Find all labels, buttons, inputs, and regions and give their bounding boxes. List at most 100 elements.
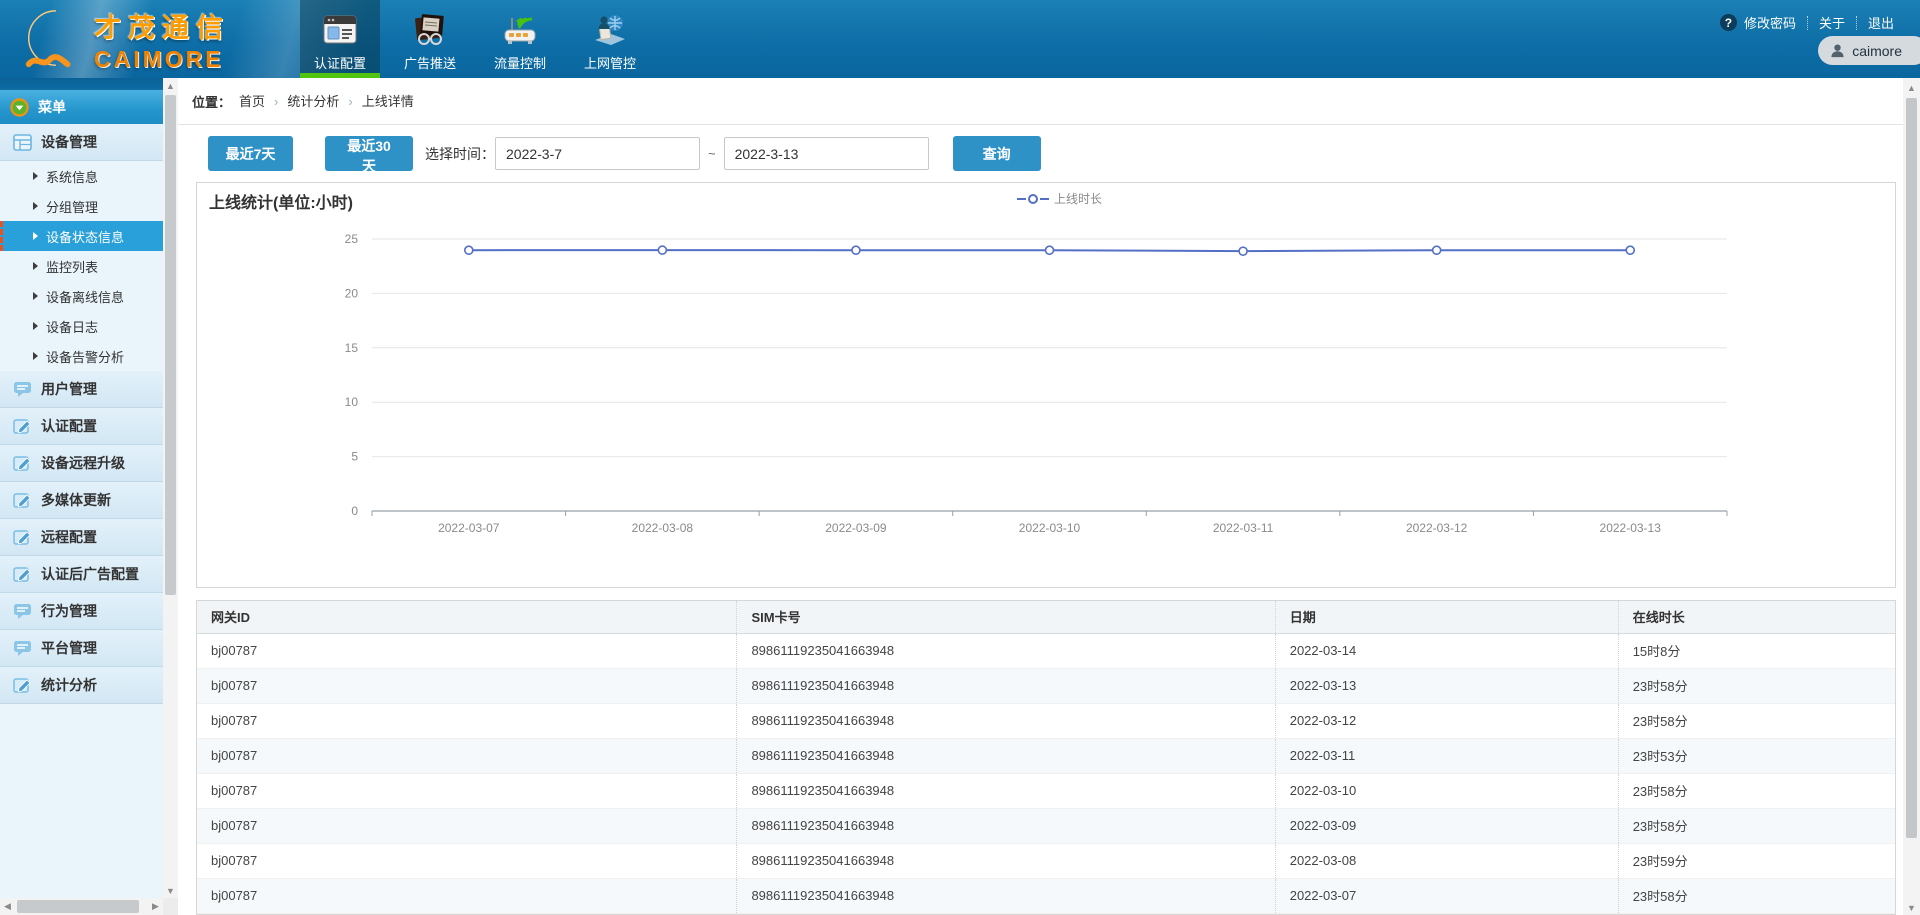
app-header: 才茂通信 CAIMORE 认证配置广告推送流量控制上网管控 ? 修改密码 关于 … [0, 0, 1920, 78]
edit-icon [13, 677, 32, 694]
table-row[interactable]: bj00787898611192350416639482022-03-1323时… [197, 668, 1895, 703]
ad-push-icon [411, 7, 449, 53]
svg-text:2022-03-11: 2022-03-11 [1213, 521, 1274, 535]
svg-text:0: 0 [351, 504, 358, 518]
sidebar-item-behavior-mgmt[interactable]: 行为管理 [0, 593, 163, 630]
edit-icon [13, 566, 32, 583]
sidebar-subitem[interactable]: 监控列表 [0, 251, 163, 281]
breadcrumb-separator: › [348, 94, 352, 109]
sidebar-item-label: 多媒体更新 [41, 490, 111, 510]
sidebar-subitem-label: 设备离线信息 [46, 287, 124, 306]
svg-text:2022-03-07: 2022-03-07 [438, 521, 500, 535]
cell-date: 2022-03-10 [1275, 773, 1618, 808]
table-row[interactable]: bj00787898611192350416639482022-03-0823时… [197, 843, 1895, 878]
cell-gateway-id: bj00787 [197, 633, 737, 668]
scrollbar-thumb[interactable] [1906, 98, 1917, 838]
breadcrumb-item[interactable]: 统计分析 [287, 94, 339, 109]
data-table: 网关IDSIM卡号日期在线时长 bj0078789861119235041663… [197, 601, 1895, 914]
edit-icon [13, 455, 32, 472]
breadcrumb-item[interactable]: 首页 [239, 94, 265, 109]
breadcrumb-item: 上线详情 [362, 94, 414, 109]
sidebar-subitem-label: 分组管理 [46, 197, 98, 216]
sidebar-subitem-label: 监控列表 [46, 257, 98, 276]
cell-date: 2022-03-13 [1275, 668, 1618, 703]
cell-online-duration: 15时8分 [1618, 633, 1895, 668]
cell-sim-number: 89861119235041663948 [737, 668, 1275, 703]
table-row[interactable]: bj00787898611192350416639482022-03-1023时… [197, 773, 1895, 808]
sidebar-item-label: 平台管理 [41, 638, 97, 658]
cell-gateway-id: bj00787 [197, 878, 737, 913]
chart-title: 上线统计(单位:小时) [209, 189, 353, 213]
page-scrollbar[interactable]: ▲ ▼ [1903, 78, 1920, 915]
start-date-input[interactable] [495, 137, 700, 170]
about-link[interactable]: 关于 [1819, 13, 1845, 32]
sidebar-item-device-mgmt[interactable]: 设备管理 [0, 124, 163, 161]
change-password-link[interactable]: 修改密码 [1744, 13, 1796, 32]
svg-text:25: 25 [345, 232, 359, 246]
last-30-days-button[interactable]: 最近30天 [325, 136, 413, 171]
sidebar-item-user-mgmt[interactable]: 用户管理 [0, 371, 163, 408]
online-duration-line-chart[interactable]: 05101520252022-03-072022-03-082022-03-09… [197, 183, 1895, 587]
sidebar-subitem[interactable]: 分组管理 [0, 191, 163, 221]
sidebar-item-stats-analysis[interactable]: 统计分析 [0, 667, 163, 704]
sidebar-item-platform-mgmt[interactable]: 平台管理 [0, 630, 163, 667]
table-row[interactable]: bj00787898611192350416639482022-03-1223时… [197, 703, 1895, 738]
top-links: ? 修改密码 关于 退出 [1720, 13, 1894, 32]
filter-toolbar: 最近7天 最近30天 选择时间： ~ 查询 [178, 125, 1903, 182]
sidebar-vertical-scrollbar[interactable]: ▲ ▼ [163, 78, 178, 898]
svg-text:2022-03-09: 2022-03-09 [825, 521, 887, 535]
tilde-separator: ~ [708, 146, 716, 161]
scrollbar-thumb[interactable] [17, 900, 139, 913]
brand-logo: 才茂通信 CAIMORE [16, 6, 230, 73]
last-7-days-button[interactable]: 最近7天 [208, 136, 293, 171]
sidebar-subitem-label: 设备日志 [46, 317, 98, 336]
svg-text:2022-03-12: 2022-03-12 [1406, 521, 1468, 535]
end-date-input[interactable] [724, 137, 929, 170]
sidebar-subitem[interactable]: 设备离线信息 [0, 281, 163, 311]
scrollbar-thumb[interactable] [165, 95, 176, 595]
cell-sim-number: 89861119235041663948 [737, 773, 1275, 808]
table-row[interactable]: bj00787898611192350416639482022-03-0723时… [197, 878, 1895, 913]
scroll-down-button[interactable]: ▼ [163, 883, 178, 898]
sidebar-subitem[interactable]: 系统信息 [0, 161, 163, 191]
scroll-up-button[interactable]: ▲ [163, 78, 178, 93]
user-pill[interactable]: caimore [1818, 36, 1920, 65]
sidebar-subitem[interactable]: 设备状态信息 [0, 221, 163, 251]
sidebar-horizontal-scrollbar[interactable]: ◀ ▶ [0, 898, 163, 915]
svg-text:15: 15 [345, 341, 359, 355]
column-header-sim-number: SIM卡号 [737, 601, 1275, 633]
sidebar-subitem[interactable]: 设备告警分析 [0, 341, 163, 371]
sidebar-item-remote-config[interactable]: 远程配置 [0, 519, 163, 556]
chat-icon [13, 603, 32, 620]
svg-text:20: 20 [345, 286, 359, 300]
nav-tab-ad-push[interactable]: 广告推送 [390, 0, 470, 78]
table-row[interactable]: bj00787898611192350416639482022-03-1415时… [197, 633, 1895, 668]
link-divider [1856, 16, 1857, 30]
sidebar-item-device-upgrade[interactable]: 设备远程升级 [0, 445, 163, 482]
nav-tab-net-control[interactable]: 上网管控 [570, 0, 650, 78]
column-header-date: 日期 [1275, 601, 1618, 633]
help-icon[interactable]: ? [1720, 14, 1737, 31]
sidebar-item-auth-config[interactable]: 认证配置 [0, 408, 163, 445]
nav-tab-flow-control[interactable]: 流量控制 [480, 0, 560, 78]
menu-header[interactable]: 菜单 [0, 90, 163, 124]
sidebar-item-label: 用户管理 [41, 379, 97, 399]
cell-online-duration: 23时53分 [1618, 738, 1895, 773]
sidebar-item-multimedia-update[interactable]: 多媒体更新 [0, 482, 163, 519]
table-row[interactable]: bj00787898611192350416639482022-03-1123时… [197, 738, 1895, 773]
scroll-right-button[interactable]: ▶ [148, 899, 163, 914]
scroll-up-button[interactable]: ▲ [1904, 80, 1919, 95]
menu-collapse-icon [10, 98, 29, 117]
chart-legend[interactable]: 上线时长 [1017, 190, 1102, 207]
table-row[interactable]: bj00787898611192350416639482022-03-0923时… [197, 808, 1895, 843]
scroll-down-button[interactable]: ▼ [1904, 900, 1919, 915]
legend-line-marker-icon [1017, 193, 1049, 205]
sidebar-item-post-auth-ads[interactable]: 认证后广告配置 [0, 556, 163, 593]
nav-tab-auth-config[interactable]: 认证配置 [300, 0, 380, 78]
sidebar-subitem[interactable]: 设备日志 [0, 311, 163, 341]
logout-link[interactable]: 退出 [1868, 13, 1894, 32]
cell-date: 2022-03-09 [1275, 808, 1618, 843]
scroll-left-button[interactable]: ◀ [0, 899, 15, 914]
query-button[interactable]: 查询 [953, 136, 1041, 171]
menu-title: 菜单 [38, 97, 66, 117]
